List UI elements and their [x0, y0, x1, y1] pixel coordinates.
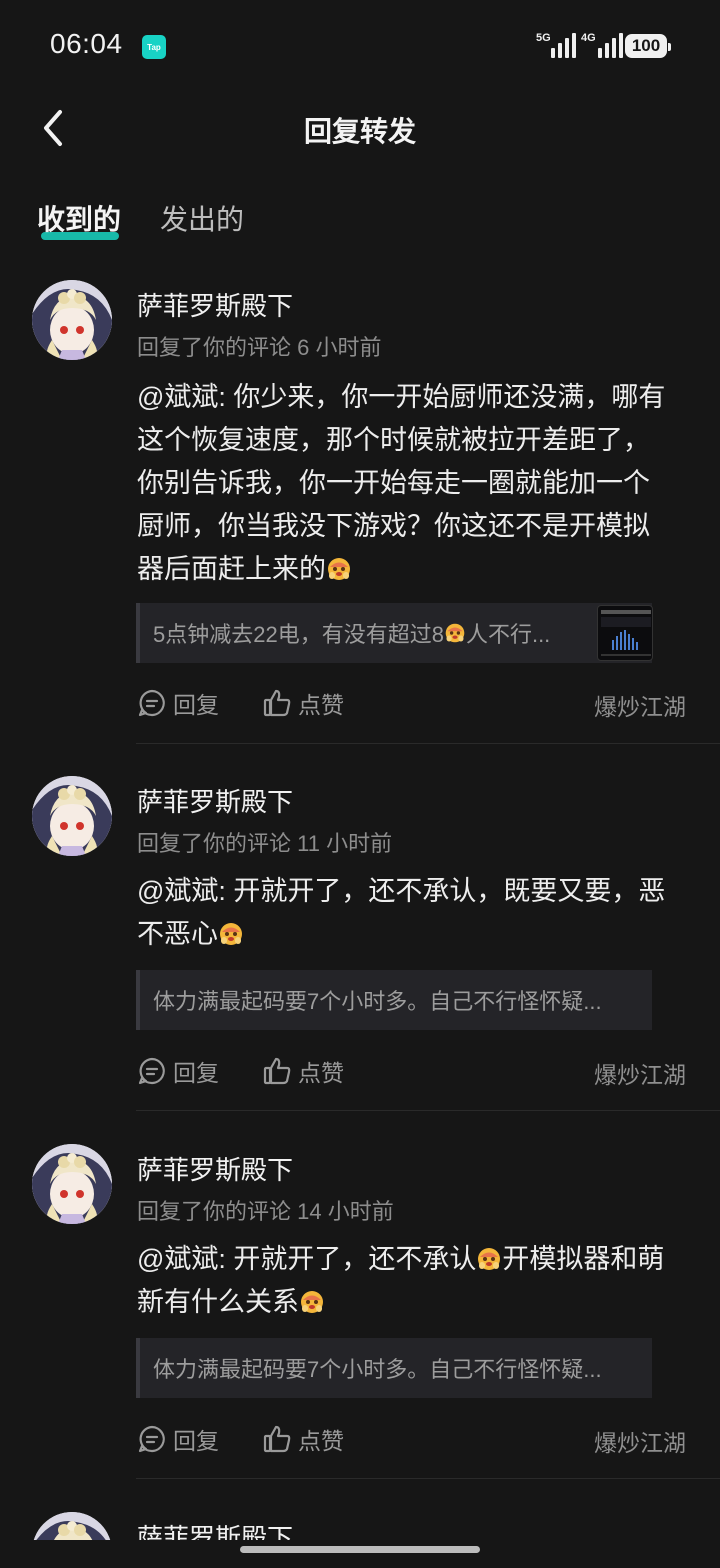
comment-username[interactable]: 萨菲罗斯殿下 [137, 1518, 293, 1540]
comment-item[interactable]: 萨菲罗斯殿下 [0, 0, 720, 1540]
home-indicator[interactable] [240, 1546, 480, 1553]
avatar[interactable] [32, 1512, 112, 1540]
